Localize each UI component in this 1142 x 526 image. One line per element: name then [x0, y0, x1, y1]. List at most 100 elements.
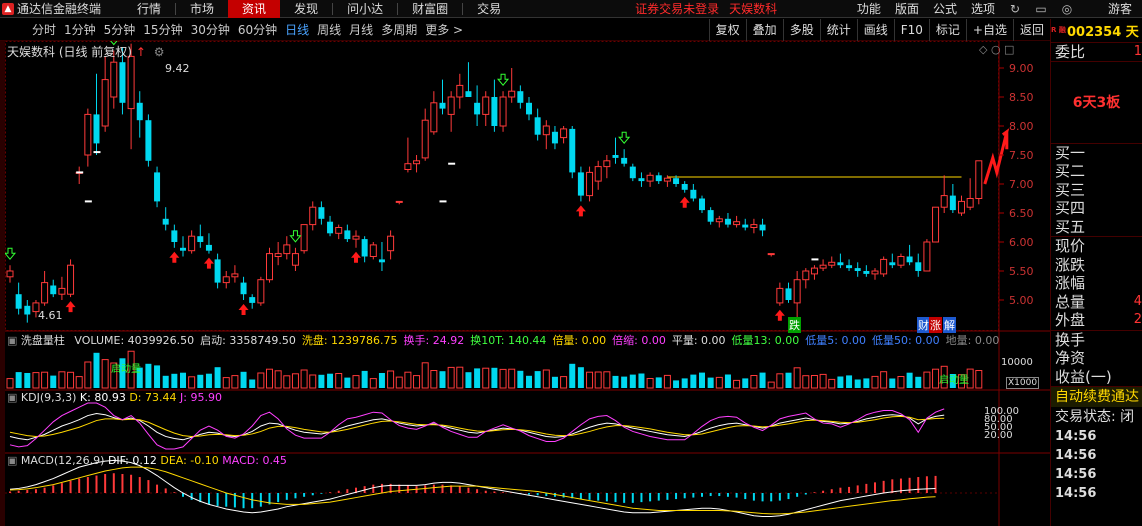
- volume-bar: [828, 378, 836, 389]
- volume-bar: [205, 373, 212, 388]
- tab-30min[interactable]: 30分钟: [187, 21, 234, 38]
- volume-bar: [663, 374, 671, 389]
- buy-arrow-icon: [774, 309, 785, 321]
- settings-icon[interactable]: ⚙: [154, 45, 165, 59]
- candle-body: [863, 271, 870, 274]
- candle-body: [344, 230, 351, 240]
- candle-body: [84, 113, 92, 156]
- volume-stat-3: 换手: 24.92: [403, 334, 465, 347]
- macd-plot: [9, 459, 937, 518]
- mark-button[interactable]: 标记: [928, 18, 966, 41]
- candles: [6, 43, 983, 324]
- menu-banmian[interactable]: 版面: [888, 0, 926, 17]
- draw-line-button[interactable]: 画线: [856, 18, 894, 41]
- menu-xuanxiang[interactable]: 选项: [964, 0, 1002, 17]
- qidong-label-2: 启动量: [939, 375, 969, 386]
- volume-bar: [560, 376, 568, 389]
- candle-body: [940, 195, 948, 208]
- menu-caifuquan[interactable]: 财富圈: [398, 0, 462, 18]
- menu-gongshi[interactable]: 公式: [926, 0, 964, 17]
- volume-bar: [222, 377, 230, 389]
- volume-bar: [300, 369, 308, 389]
- volume-bar: [854, 379, 861, 388]
- app-name: 通达信金融终端: [17, 2, 102, 16]
- tab-60min[interactable]: 60分钟: [234, 21, 281, 38]
- kdj-lines: [9, 402, 945, 450]
- back-button[interactable]: 返回: [1012, 18, 1050, 41]
- price-axis-label: 6.00: [1009, 236, 1034, 249]
- stat-row-pct: 涨幅: [1051, 274, 1142, 293]
- candle-body: [663, 177, 671, 182]
- volume-bar: [24, 372, 31, 388]
- broadcast-icon[interactable]: ◎: [1054, 2, 1080, 16]
- chat-icon[interactable]: ▭: [1028, 2, 1054, 16]
- menu-zixun[interactable]: 资讯: [228, 0, 281, 18]
- overlay-button[interactable]: 叠加: [745, 18, 783, 41]
- collapse-icon[interactable]: ▣: [7, 454, 17, 467]
- tab-daily[interactable]: 日线: [281, 21, 313, 38]
- refresh-icon[interactable]: ↻: [1002, 2, 1028, 16]
- volume-bars: [6, 350, 983, 389]
- candle-body: [205, 244, 212, 251]
- candle-body: [594, 166, 602, 182]
- tick-time: 14:56: [1055, 448, 1097, 463]
- tick-time: 14:56: [1055, 467, 1097, 482]
- sell-arrow-icon: [3, 247, 17, 260]
- price-axis-label: 8.50: [1009, 91, 1034, 104]
- stat-net-assets: 净资: [1055, 349, 1086, 367]
- tab-more[interactable]: 更多 >: [421, 21, 467, 38]
- guest-user[interactable]: 游客: [1080, 0, 1142, 17]
- volume-bar: [742, 378, 749, 388]
- tab-multi-period[interactable]: 多周期: [377, 21, 421, 38]
- candle-body: [759, 224, 766, 231]
- volume-bar: [724, 374, 731, 388]
- window-controls[interactable]: ◇ ○ □: [979, 43, 1014, 56]
- stat-value-volume: 4: [1133, 293, 1142, 309]
- stat-row-volume: 总量 4: [1051, 293, 1142, 312]
- volume-bar: [266, 368, 273, 389]
- volume-bar: [447, 366, 455, 389]
- stats-button[interactable]: 统计: [819, 18, 857, 41]
- candle-body: [534, 117, 541, 135]
- menu-faxian[interactable]: 发现: [280, 0, 332, 18]
- tab-5min[interactable]: 5分钟: [100, 21, 140, 38]
- volume-bar: [231, 375, 239, 389]
- chart-area[interactable]: 9.00 8.50 8.00 7.50 7.00 6.50 6.00 5.50 5.00 天娱数…: [3, 26, 1050, 526]
- tab-15min[interactable]: 15分钟: [139, 21, 186, 38]
- add-watchlist-button[interactable]: +自选: [965, 18, 1013, 41]
- fuquan-button[interactable]: 复权: [708, 18, 746, 41]
- volume-bar: [6, 378, 14, 389]
- candle-body: [915, 262, 922, 271]
- tab-monthly[interactable]: 月线: [345, 21, 377, 38]
- candle-body: [439, 102, 446, 109]
- multi-stock-button[interactable]: 多股: [782, 18, 820, 41]
- tab-1min[interactable]: 1分钟: [60, 21, 100, 38]
- collapse-icon[interactable]: ▣: [7, 334, 17, 347]
- high-price-label: 9.42: [165, 62, 190, 75]
- auto-renew-link[interactable]: 自动续费通达: [1051, 387, 1142, 407]
- collapse-icon[interactable]: ▣: [7, 391, 17, 404]
- candle-body: [508, 90, 516, 98]
- f10-button[interactable]: F10: [893, 18, 929, 41]
- tab-weekly[interactable]: 周线: [313, 21, 345, 38]
- candle-body: [465, 91, 472, 97]
- tab-fenshi[interactable]: 分时: [28, 21, 60, 38]
- menu-hangqing[interactable]: 行情: [123, 0, 175, 18]
- volume-bar: [291, 373, 299, 389]
- menu-wenxiaoda[interactable]: 问小达: [333, 0, 397, 18]
- candle-body: [966, 198, 974, 208]
- buy-arrow-icon: [238, 304, 249, 315]
- kdj-d-value: D: 73.44: [129, 391, 177, 404]
- menu-shichang[interactable]: 市场: [176, 0, 228, 18]
- candle-body: [110, 61, 118, 98]
- price-axis-label: 6.50: [1009, 207, 1034, 220]
- volume-bar: [50, 375, 57, 388]
- stock-code: 002354 天: [1067, 25, 1139, 40]
- login-warning[interactable]: 证券交易未登录: [635, 0, 719, 17]
- candle-body: [249, 297, 256, 303]
- main-chart-title: 天娱数科 (日线 前复权) ↑ ⚙: [7, 43, 164, 60]
- menu-jiaoyi[interactable]: 交易: [463, 0, 515, 18]
- volume-bar: [975, 370, 983, 389]
- menu-gongneng[interactable]: 功能: [850, 0, 888, 17]
- volume-bar: [75, 376, 83, 389]
